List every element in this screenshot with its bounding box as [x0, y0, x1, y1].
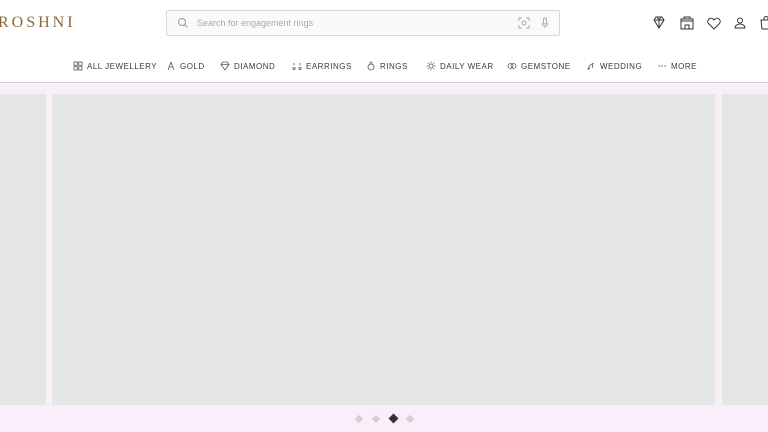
- carousel-dot[interactable]: [371, 414, 381, 424]
- nav-item-rings[interactable]: RINGS: [366, 60, 408, 72]
- nav-label: RINGS: [380, 61, 408, 71]
- carousel-slide-current[interactable]: [52, 94, 715, 405]
- microphone-icon[interactable]: [539, 17, 551, 29]
- diamond-icon: [220, 61, 230, 71]
- search-input[interactable]: [197, 14, 497, 32]
- gold-icon: [167, 61, 175, 71]
- wishlist-icon[interactable]: [706, 15, 722, 31]
- nav-label: GOLD: [180, 61, 205, 71]
- nav-label: DIAMOND: [234, 61, 276, 71]
- nav-label: WEDDING: [600, 61, 643, 71]
- hero-carousel[interactable]: [0, 83, 768, 432]
- nav-item-earrings[interactable]: EARRINGS: [292, 60, 352, 72]
- brand-logo[interactable]: ROSHNI: [0, 14, 76, 32]
- cart-button[interactable]: 0: [758, 15, 768, 31]
- site-header: ROSHNI 0: [0, 0, 768, 50]
- nav-item-gemstone[interactable]: GEMSTONE: [507, 60, 571, 72]
- diamond-icon[interactable]: [651, 15, 667, 31]
- more-icon: [658, 65, 666, 67]
- ring-icon: [367, 61, 375, 71]
- sun-icon: [426, 61, 436, 71]
- category-nav: ALL JEWELLERY GOLD DIAMOND EARRINGS RING…: [0, 50, 768, 83]
- nav-item-wedding[interactable]: WEDDING: [586, 60, 642, 72]
- nav-label: MORE: [671, 61, 697, 71]
- camera-scan-icon[interactable]: [518, 17, 530, 29]
- carousel-dot[interactable]: [405, 414, 415, 424]
- grid-icon: [73, 61, 83, 71]
- carousel-slide-prev[interactable]: [0, 94, 46, 405]
- nav-item-diamond[interactable]: DIAMOND: [220, 60, 275, 72]
- gemstone-icon: [507, 63, 517, 69]
- store-icon[interactable]: [679, 15, 695, 31]
- nav-item-gold[interactable]: GOLD: [166, 60, 205, 72]
- carousel-dot-active[interactable]: [388, 413, 399, 424]
- carousel-dot[interactable]: [354, 414, 364, 424]
- nav-item-all-jewellery[interactable]: ALL JEWELLERY: [73, 60, 157, 72]
- account-icon[interactable]: [732, 15, 748, 31]
- wedding-icon: [587, 62, 595, 71]
- nav-item-more[interactable]: MORE: [657, 60, 697, 72]
- cart-icon: [760, 16, 768, 30]
- nav-label: GEMSTONE: [521, 61, 571, 71]
- search-icon[interactable]: [177, 17, 189, 29]
- nav-item-daily-wear[interactable]: DAILY WEAR: [426, 60, 494, 72]
- nav-label: EARRINGS: [306, 61, 352, 71]
- earrings-icon: [292, 63, 302, 71]
- carousel-slide-next[interactable]: [722, 94, 768, 405]
- carousel-indicators: [0, 413, 768, 426]
- nav-label: ALL JEWELLERY: [87, 61, 158, 71]
- search-bar[interactable]: [166, 10, 560, 36]
- nav-label: DAILY WEAR: [440, 61, 494, 71]
